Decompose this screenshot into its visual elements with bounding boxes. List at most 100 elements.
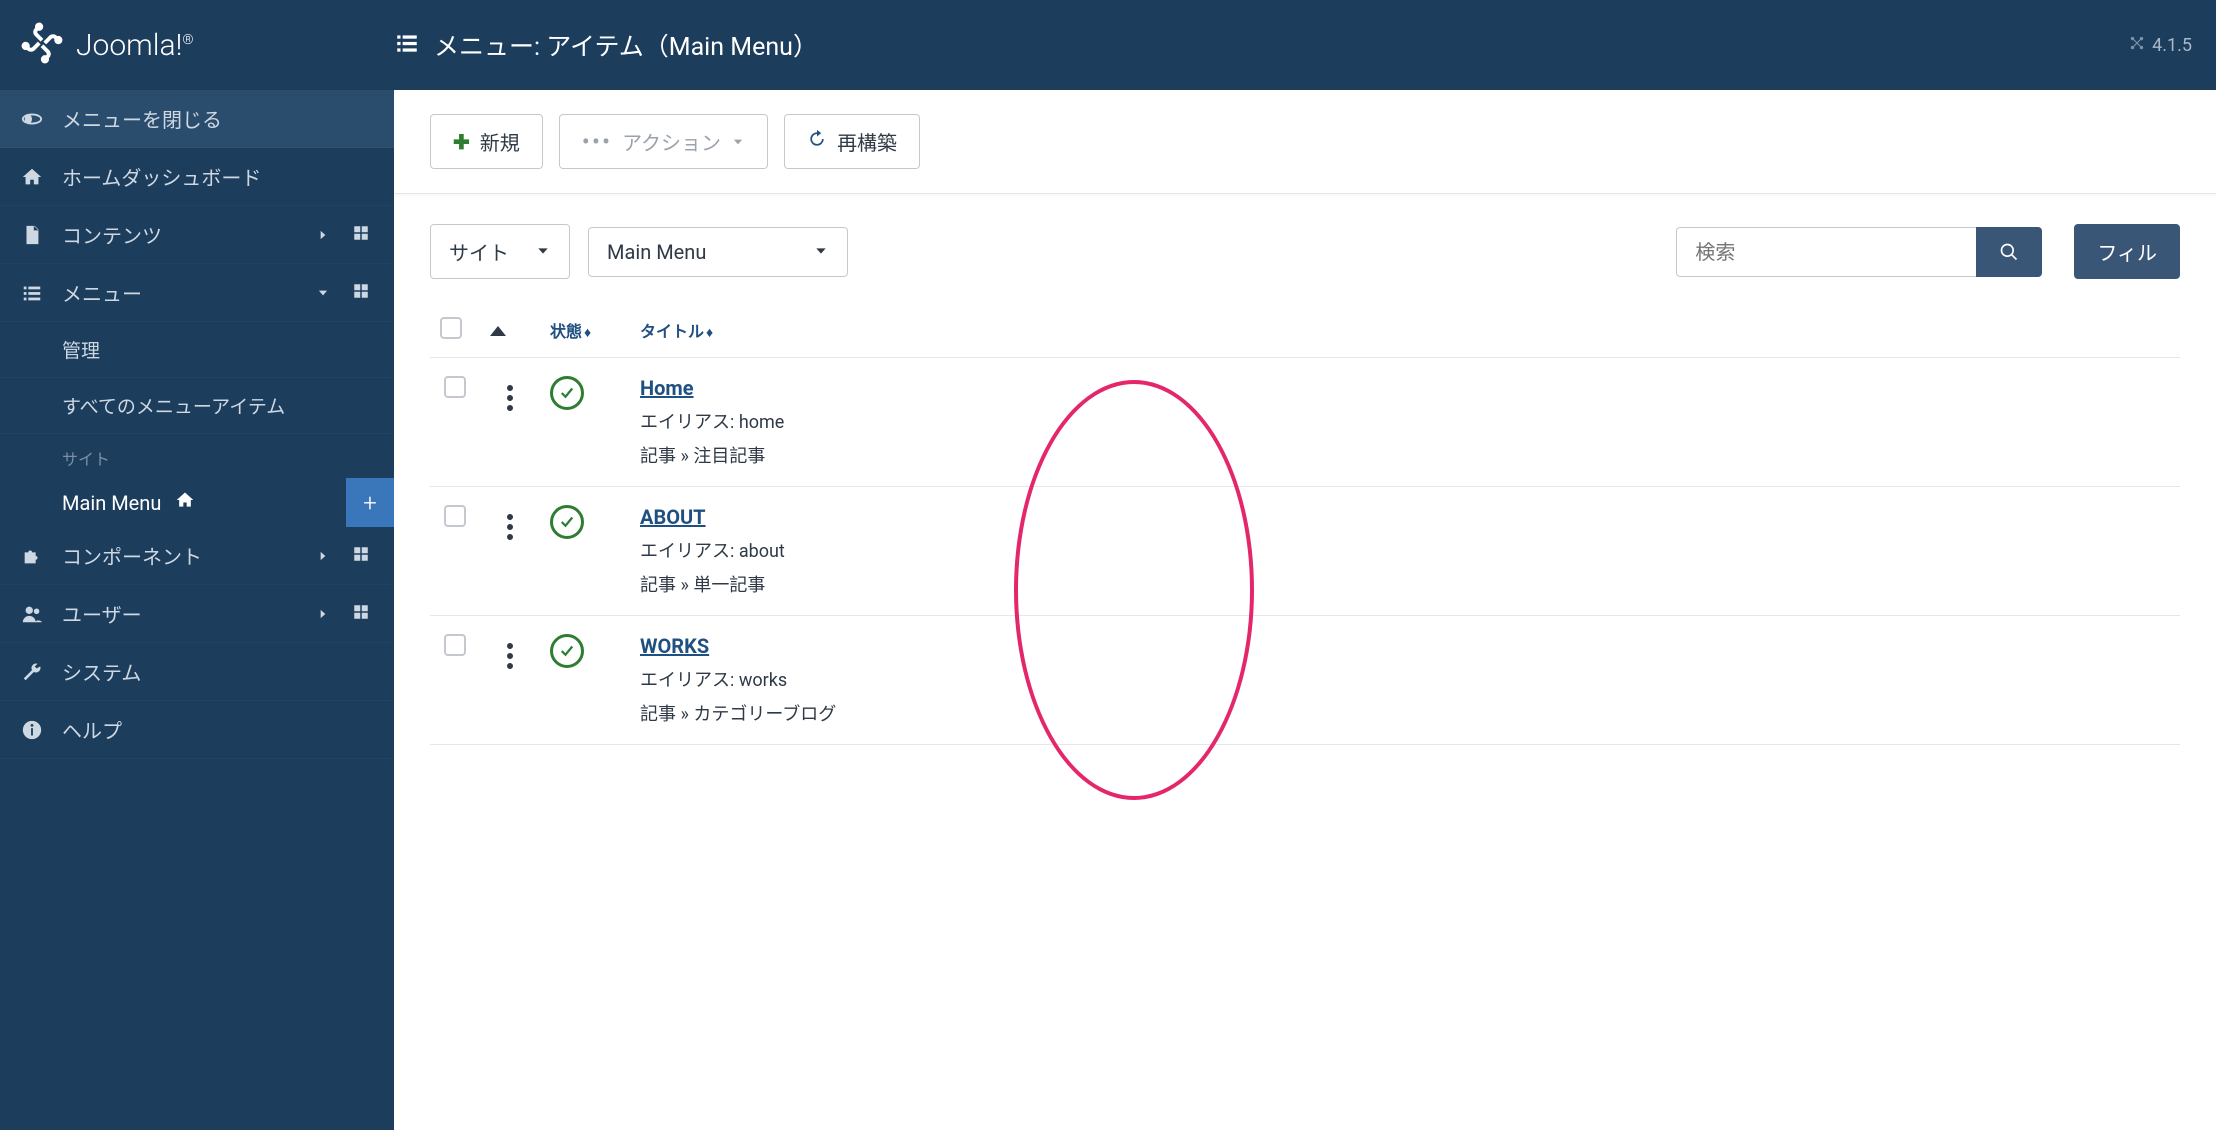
search-icon: [1999, 242, 2019, 262]
chevron-down-icon: [535, 240, 551, 264]
menu-select-label: Main Menu: [607, 240, 706, 264]
sort-arrow-up-icon: [490, 326, 506, 336]
menu-select[interactable]: Main Menu: [588, 227, 848, 277]
rebuild-button-label: 再構築: [837, 127, 897, 156]
item-alias: エイリアス: about: [640, 537, 2170, 563]
items-table: 状態♦ タイトル♦ Home エイリアス: home 記事 » 注目記事 ABO…: [430, 303, 2180, 745]
kebab-icon[interactable]: [501, 508, 519, 546]
grid-icon[interactable]: [352, 602, 374, 626]
item-alias: エイリアス: works: [640, 666, 2170, 692]
new-button[interactable]: ✚ 新規: [430, 114, 543, 169]
brand-text: Joomla!®: [76, 28, 194, 63]
sidebar-system-label: システム: [62, 657, 374, 686]
status-published-icon[interactable]: [550, 634, 584, 668]
home-icon: [20, 166, 44, 188]
users-icon: [20, 603, 44, 625]
sidebar-main-menu-add[interactable]: +: [346, 478, 394, 527]
sort-icon: ♦: [584, 325, 591, 341]
grid-icon[interactable]: [352, 281, 374, 305]
rebuild-button[interactable]: 再構築: [784, 114, 920, 169]
sort-icon: ♦: [706, 325, 713, 341]
item-type: 記事 » 単一記事: [640, 571, 2170, 597]
chevron-down-icon: [731, 130, 745, 154]
table-row: Home エイリアス: home 記事 » 注目記事: [430, 358, 2180, 487]
version-section[interactable]: 4.1.5: [2128, 34, 2216, 57]
chevron-right-icon: [316, 544, 334, 568]
kebab-icon[interactable]: [501, 379, 519, 417]
collapse-icon: [20, 108, 44, 130]
search-group: [1676, 227, 2042, 277]
sidebar-all-items-label: すべてのメニューアイテム: [62, 392, 374, 419]
table-row: WORKS エイリアス: works 記事 » カテゴリーブログ: [430, 616, 2180, 745]
grid-icon[interactable]: [352, 223, 374, 247]
item-title-link[interactable]: Home: [640, 376, 694, 400]
item-title-link[interactable]: ABOUT: [640, 505, 706, 529]
new-button-label: 新規: [480, 127, 520, 156]
sidebar-menus[interactable]: メニュー: [0, 264, 394, 322]
search-input[interactable]: [1676, 227, 1976, 277]
sidebar-users-label: ユーザー: [62, 599, 298, 628]
status-published-icon[interactable]: [550, 376, 584, 410]
main-content: ✚ 新規 ••• アクション 再構築 サイト Main Menu: [394, 90, 2216, 1130]
plus-icon: ✚: [453, 130, 470, 154]
row-checkbox[interactable]: [444, 505, 466, 527]
joomla-logo-icon: [20, 21, 64, 69]
list-icon: [394, 30, 420, 60]
filter-row: サイト Main Menu フィル: [430, 224, 2180, 279]
sidebar-users[interactable]: ユーザー: [0, 585, 394, 643]
item-type: 記事 » カテゴリーブログ: [640, 700, 2170, 726]
sidebar-manage[interactable]: 管理: [0, 322, 394, 378]
item-type: 記事 » 注目記事: [640, 442, 2170, 468]
sidebar-all-items[interactable]: すべてのメニューアイテム: [0, 378, 394, 434]
content-area: サイト Main Menu フィル: [394, 194, 2216, 1130]
table-row: ABOUT エイリアス: about 記事 » 単一記事: [430, 487, 2180, 616]
page-title: メニュー: アイテム（Main Menu）: [434, 27, 818, 63]
puzzle-icon: [20, 545, 44, 567]
wrench-icon: [20, 661, 44, 683]
refresh-icon: [807, 129, 827, 154]
sidebar-collapse[interactable]: メニューを閉じる: [0, 90, 394, 148]
row-checkbox[interactable]: [444, 376, 466, 398]
filter-button[interactable]: フィル: [2074, 224, 2180, 279]
sidebar-components-label: コンポーネント: [62, 541, 298, 570]
sidebar-home-label: ホームダッシュボード: [62, 162, 374, 191]
chevron-down-icon: [316, 281, 334, 305]
item-title-link[interactable]: WORKS: [640, 634, 709, 658]
chevron-right-icon: [316, 223, 334, 247]
kebab-icon[interactable]: [501, 637, 519, 675]
file-icon: [20, 224, 44, 246]
sidebar-help[interactable]: ヘルプ: [0, 701, 394, 759]
client-select[interactable]: サイト: [430, 224, 570, 279]
grid-icon[interactable]: [352, 544, 374, 568]
col-order[interactable]: [480, 303, 540, 358]
actions-button[interactable]: ••• アクション: [559, 114, 768, 169]
sidebar-home[interactable]: ホームダッシュボード: [0, 148, 394, 206]
item-alias: エイリアス: home: [640, 408, 2170, 434]
row-checkbox[interactable]: [444, 634, 466, 656]
version-text: 4.1.5: [2152, 35, 2192, 56]
sidebar-collapse-label: メニューを閉じる: [62, 104, 374, 133]
sidebar-main-menu-row: Main Menu +: [0, 478, 394, 527]
sidebar-content[interactable]: コンテンツ: [0, 206, 394, 264]
logo-section[interactable]: Joomla!®: [0, 21, 394, 69]
list-icon: [20, 282, 44, 304]
sidebar-content-label: コンテンツ: [62, 220, 298, 249]
col-title[interactable]: タイトル♦: [630, 303, 2180, 358]
select-all-checkbox[interactable]: [440, 317, 462, 339]
status-published-icon[interactable]: [550, 505, 584, 539]
toolbar: ✚ 新規 ••• アクション 再構築: [394, 90, 2216, 194]
table-header-row: 状態♦ タイトル♦: [430, 303, 2180, 358]
chevron-down-icon: [813, 240, 829, 264]
joomla-small-icon: [2128, 34, 2146, 57]
actions-button-label: アクション: [622, 127, 721, 156]
sidebar-main-menu[interactable]: Main Menu: [0, 478, 346, 527]
info-icon: [20, 719, 44, 741]
sidebar-menus-label: メニュー: [62, 278, 298, 307]
client-select-label: サイト: [449, 237, 509, 266]
search-button[interactable]: [1976, 227, 2042, 277]
chevron-right-icon: [316, 602, 334, 626]
page-title-section: メニュー: アイテム（Main Menu）: [394, 27, 2128, 63]
col-status[interactable]: 状態♦: [540, 303, 630, 358]
sidebar-system[interactable]: システム: [0, 643, 394, 701]
sidebar-components[interactable]: コンポーネント: [0, 527, 394, 585]
